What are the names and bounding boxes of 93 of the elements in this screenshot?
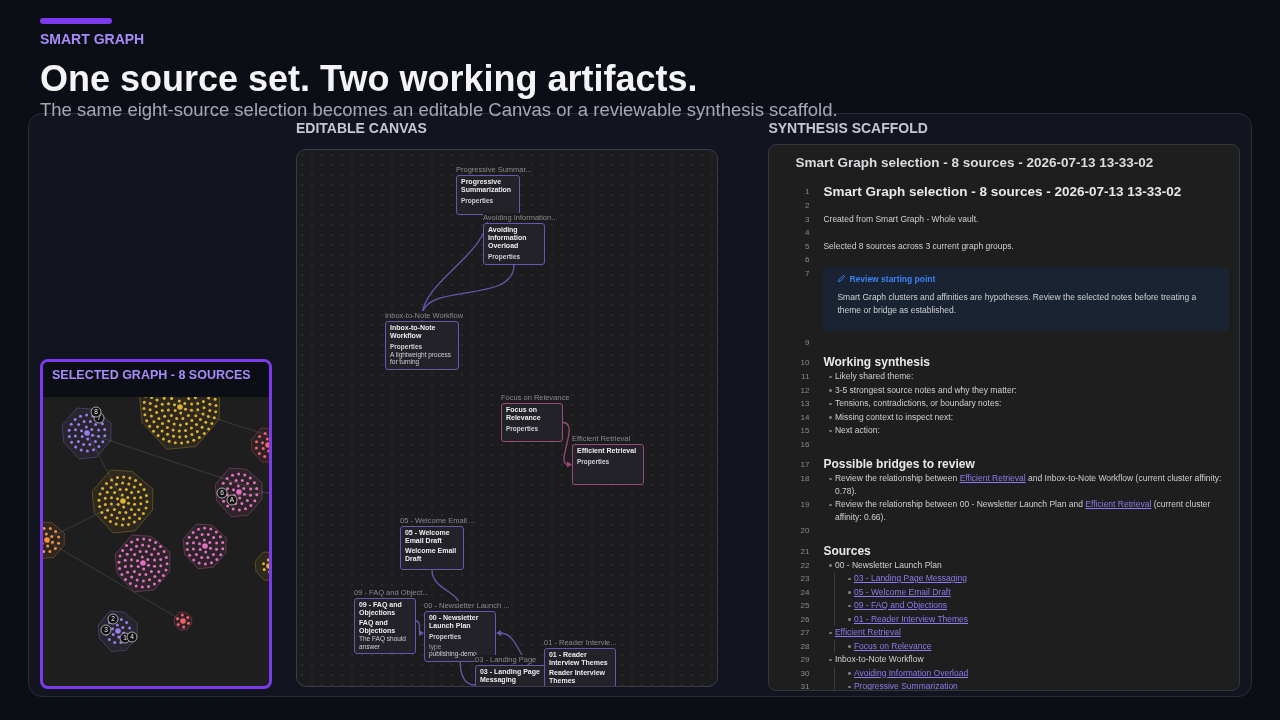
bullet-icon [848,604,851,607]
note-link[interactable]: Avoiding Information Overload [853,666,969,680]
node-cluster [214,467,263,518]
bullet-text: Next action: [834,424,880,437]
line-number: 3 [803,213,810,226]
line-number: 5 [803,240,810,253]
bullet-icon [829,389,832,392]
line-number: 14 [799,411,810,424]
line-number: 22 [799,559,810,572]
line-number: 20 [799,525,810,537]
bullet-text: Review the relationship between 00 - Newsletter Launch Plan and Efficient Retrieval (current cluster affinity: 0.66). [834,498,1212,524]
bullet-text: Inbox-to-Note Workflow [834,653,924,666]
node-cluster [114,534,171,593]
line-number: 28 [799,640,810,653]
line-number: 31 [799,681,810,690]
note-link[interactable]: Efficient Retrieval [959,473,1026,483]
line-number: 21 [799,545,810,558]
line-number: 2 [803,200,810,212]
node-cluster [61,407,112,460]
bullet-text: 3-5 strongest source notes and why they matter: [834,383,1017,397]
node-cluster [254,551,269,581]
line-number: 17 [799,459,810,471]
bullet-icon [829,631,832,634]
callout-text: Smart Graph clusters and affinities are hypotheses. Review the selected notes before treating a theme or bridge as established. [837,290,1198,317]
line-number: 9 [803,336,810,349]
line-number: 18 [799,473,810,485]
bullet-icon [848,591,851,594]
line-number: 15 [799,425,810,437]
note-link[interactable]: 01 - Reader Interview Themes [853,612,969,626]
line-number: 27 [799,627,810,639]
bullet-icon [829,429,832,432]
callout-title: Review starting point [849,272,936,285]
bullet-text: 00 - Newsletter Launch Plan [834,558,942,572]
note-link[interactable]: 09 - FAQ and Objections [853,599,947,612]
page-subtitle: The same eight-source selection becomes an editable Canvas or a reviewable synthesis scaffold. [40,99,839,121]
line-number: 10 [799,357,810,369]
line-number: 19 [799,499,810,511]
line-number: 23 [799,573,810,585]
line-number: 1 [803,186,810,198]
note-link[interactable]: Progressive Summarization [853,680,958,690]
section-heading: Sources [823,543,872,559]
bullet-icon [848,685,851,688]
line-number: 13 [799,398,810,410]
section-heading: Possible bridges to review [823,457,976,472]
bullet-icon [829,564,832,567]
note-link[interactable]: 05 - Welcome Email Draft [853,585,951,599]
eyebrow-label: SMART GRAPH [40,31,146,47]
bullet-icon [829,658,832,661]
bullet-text: Review the relationship between Efficient Retrieval and Inbox-to-Note Workflow (current cluster affinity: 0.78). [834,472,1223,498]
accent-bar [40,18,112,24]
line-number: 11 [800,371,810,383]
bullet-icon [829,375,832,378]
node-cluster [173,611,193,631]
line-number: 4 [803,227,810,239]
line-number: 30 [799,667,810,680]
line-number: 24 [799,586,810,599]
bullet-icon [848,672,851,675]
line-number: 25 [799,600,810,612]
line-number: 7 [803,267,810,280]
section-label: EDITABLE CANVAS [295,120,428,136]
bullet-icon [848,618,851,621]
connector-arrow [562,421,572,468]
line-number: 29 [799,654,810,666]
node-cluster [43,521,65,560]
note-title: Smart Graph selection - 8 sources - 2026-07-13 13-33-02 [794,154,1155,171]
node-cluster [91,469,154,534]
note-link[interactable]: Focus on Relevance [853,639,932,653]
bullet-icon [829,477,832,480]
pencil-icon [837,274,847,283]
line-number: 6 [803,254,810,266]
paragraph-text: Selected 8 sources across 3 current graph groups. [823,239,1015,253]
section-heading: Working synthesis [823,355,931,370]
page-title: One source set. Two working artifacts. [40,59,699,99]
section-label: SYNTHESIS SCAFFOLD [768,120,929,136]
bullet-text: Missing context to inspect next: [834,410,954,424]
bullet-text: Tensions, contradictions, or boundary notes: [834,397,1002,410]
line-number: 26 [799,613,810,626]
bullet-icon [848,645,851,648]
note-heading: Smart Graph selection - 8 sources - 2026-07-13 13-33-02 [823,184,1183,199]
bullet-icon [829,402,832,405]
bullet-icon [848,577,851,580]
bullet-icon [829,416,832,419]
line-number: 16 [799,438,810,451]
paragraph-text: Created from Smart Graph - Whole vault. [823,212,980,226]
note-link[interactable]: Efficient Retrieval [1085,499,1152,509]
note-link[interactable]: 03 - Landing Page Messaging [853,572,967,585]
line-number: 12 [799,384,810,397]
bullet-text: Likely shared theme: [834,370,914,383]
bullet-icon [829,503,832,506]
graph-title: SELECTED GRAPH - 8 SOURCES [52,368,252,383]
node-cluster [250,427,269,463]
node-cluster [182,523,227,570]
note-link[interactable]: Efficient Retrieval [834,626,901,639]
